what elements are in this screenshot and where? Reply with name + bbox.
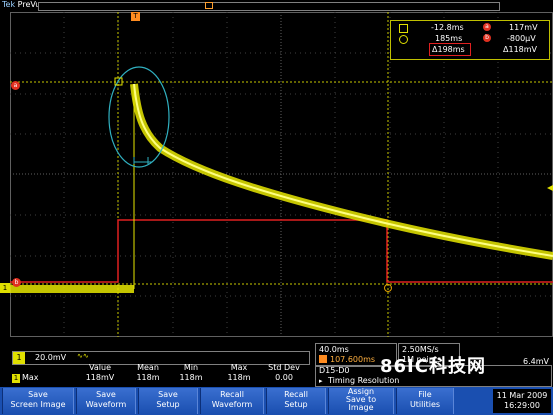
cursor-readout: -12.8ms a 117mV 185ms b -800μV Δ198ms Δ1… <box>390 20 550 60</box>
meas-max: 118m <box>227 373 251 382</box>
ch1-ground-marker[interactable]: 1 <box>0 283 10 293</box>
meas-channel-badge: 1 <box>12 374 20 383</box>
meas-value: 118mV <box>85 373 115 382</box>
brand-label: Tek PreVu <box>2 0 40 9</box>
digital-threshold: 6.4mV <box>523 357 549 366</box>
cursor-a-value: 117mV <box>509 23 538 32</box>
recall-waveform-button[interactable]: Recall Waveform <box>200 388 264 414</box>
meas-header-mean: Mean <box>137 363 159 372</box>
cursor-b-badge: b <box>483 34 491 42</box>
trigger-level-icon <box>547 185 553 191</box>
trigger-delay-icon <box>319 355 327 363</box>
brand-tek: Tek <box>2 0 16 9</box>
time-per-div: 40.0ms <box>319 345 349 354</box>
cursor-2-icon <box>399 35 408 44</box>
save-waveform-button[interactable]: Save Waveform <box>76 388 136 414</box>
cursor-2-time: 185ms <box>435 34 463 43</box>
watermark-text: 86IC科技网 <box>380 356 486 377</box>
brand-mode: PreVu <box>17 0 41 9</box>
meas-header-min: Min <box>183 363 199 372</box>
date-time: 11 Mar 2009 16:29:00 <box>493 389 551 413</box>
meas-name: Max <box>22 373 39 382</box>
meas-header-value: Value <box>89 363 111 372</box>
cursor-b-marker[interactable]: b <box>12 278 21 287</box>
trigger-delay: 107.600ms <box>330 355 376 364</box>
assign-save-button[interactable]: Assign Save to Image <box>328 388 394 414</box>
meas-min: 118m <box>179 373 203 382</box>
meas-header-stddev: Std Dev <box>268 363 300 372</box>
record-view-position[interactable] <box>205 2 213 9</box>
digital-channels: D15-D0 <box>319 366 350 375</box>
time: 16:29:00 <box>504 401 540 410</box>
waveform-graticule <box>10 12 553 337</box>
record-view-bar[interactable] <box>38 2 500 11</box>
waveform-display[interactable] <box>10 12 553 337</box>
save-screen-image-button[interactable]: Save Screen Image <box>2 388 74 414</box>
meas-mean: 118m <box>136 373 160 382</box>
trigger-position-marker[interactable]: T <box>131 12 140 21</box>
volts-per-div: 20.0mV <box>35 353 67 362</box>
delta-time: Δ198ms <box>432 45 465 54</box>
file-utilities-button[interactable]: File Utilities <box>396 388 454 414</box>
digital-trace <box>10 219 553 283</box>
measurement-table: Value Mean Min Max Std Dev 1 Max 118mV 1… <box>12 363 308 384</box>
date: 11 Mar 2009 <box>496 391 548 400</box>
meas-header-max: Max <box>230 363 248 372</box>
cursor-b-value: -800μV <box>507 34 536 43</box>
top-bar: Tek PreVu <box>0 0 553 12</box>
cursor-a-marker[interactable]: a <box>11 81 20 90</box>
delta-value: Δ118mV <box>503 45 538 54</box>
digital-play-icon: ▸ <box>319 377 323 385</box>
save-setup-button[interactable]: Save Setup <box>138 388 198 414</box>
cursor-1-icon <box>399 24 408 33</box>
coupling-icon: ∿∿ <box>77 352 89 360</box>
recall-setup-button[interactable]: Recall Setup <box>266 388 326 414</box>
meas-stddev: 0.00 <box>275 373 293 382</box>
cursor-1-time: -12.8ms <box>431 23 464 32</box>
bottom-menu: Save Screen Image Save Waveform Save Set… <box>0 387 553 415</box>
cursor-a-badge: a <box>483 23 491 31</box>
